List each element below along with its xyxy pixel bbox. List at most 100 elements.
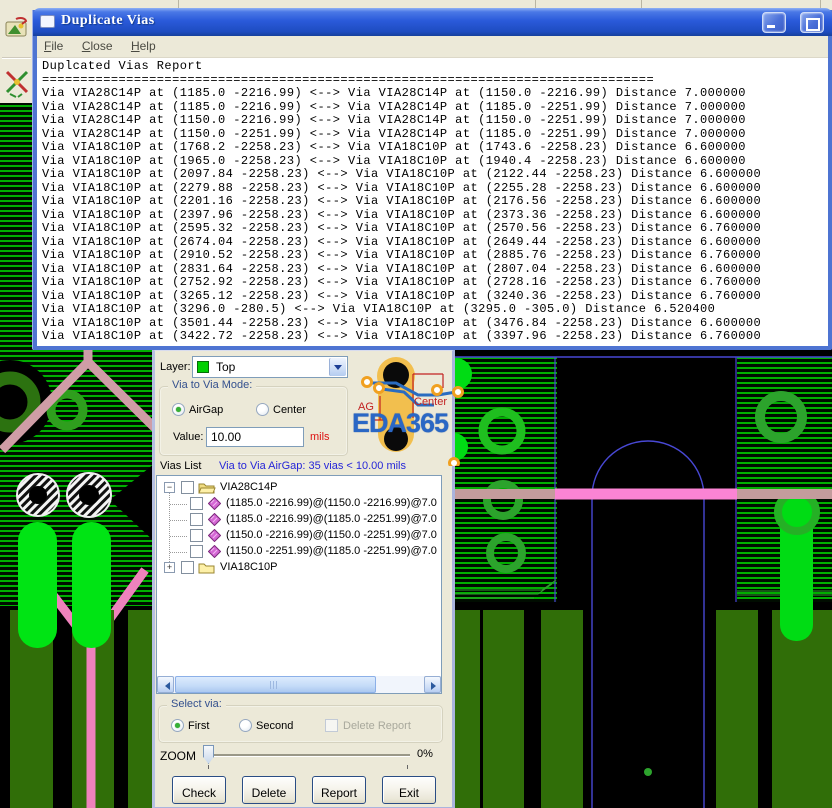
- tree-root-label[interactable]: VIA18C10P: [220, 561, 277, 573]
- report-line: Via VIA18C10P at (2831.64 -2258.23) <-->…: [42, 261, 762, 276]
- center-radio[interactable]: [256, 403, 269, 416]
- eda365-logo: EDA365: [352, 408, 449, 438]
- report-line: Via VIA18C10P at (3501.44 -2258.23) <-->…: [42, 315, 762, 330]
- tree-item-label[interactable]: (1150.0 -2251.99)@(1185.0 -2251.99)@7.0: [226, 545, 437, 557]
- report-line: Via VIA18C10P at (1965.0 -2258.23) <--> …: [42, 153, 746, 168]
- report-line: Via VIA18C10P at (2674.04 -2258.23) <-->…: [42, 234, 762, 249]
- report-separator: ========================================…: [42, 72, 655, 87]
- window-titlebar[interactable]: Duplicate Vias: [33, 8, 832, 36]
- via-diamond-icon: [208, 513, 221, 526]
- zoom-value: 0%: [417, 748, 433, 760]
- via-diamond-icon: [208, 497, 221, 510]
- tree-checkbox[interactable]: [190, 545, 203, 558]
- expand-icon[interactable]: +: [164, 562, 175, 573]
- maximize-button[interactable]: [800, 12, 824, 33]
- value-unit-label: mils: [310, 431, 330, 443]
- tree-root-via28c14p[interactable]: − VIA28C14P: [157, 480, 441, 496]
- tree-item[interactable]: (1185.0 -2216.99)@(1185.0 -2251.99)@7.0: [157, 512, 441, 528]
- window-title: Duplicate Vias: [61, 13, 155, 28]
- window-icon: [40, 15, 55, 28]
- layer-select[interactable]: Top: [192, 356, 348, 378]
- vias-tree[interactable]: − VIA28C14P (1185.0 -2216.99)@(1150.0 -2…: [156, 475, 442, 694]
- tree-connector: [170, 504, 187, 505]
- delete-report-checkbox[interactable]: [325, 719, 338, 732]
- menu-help[interactable]: Help: [124, 36, 163, 53]
- second-radio[interactable]: [239, 719, 252, 732]
- menu-close[interactable]: Close: [75, 36, 120, 53]
- slider-tick: [208, 765, 209, 769]
- report-line: Via VIA18C10P at (2752.92 -2258.23) <-->…: [42, 275, 762, 289]
- drawing-tool-icon[interactable]: [4, 15, 30, 41]
- report-line: Via VIA18C10P at (2279.88 -2258.23) <-->…: [42, 180, 762, 195]
- tree-checkbox[interactable]: [190, 529, 203, 542]
- report-line: Via VIA18C10P at (1768.2 -2258.23) <--> …: [42, 140, 746, 154]
- vias-list-label: Vias List: [160, 460, 202, 472]
- report-line: Via VIA18C10P at (3422.72 -2258.23) <-->…: [42, 329, 762, 342]
- scroll-right-icon[interactable]: [424, 676, 441, 693]
- window-menubar: File Close Help: [37, 36, 828, 58]
- via-mode-group: Via to Via Mode: AirGap Center Value: 10…: [159, 379, 348, 456]
- tree-item-label[interactable]: (1185.0 -2216.99)@(1150.0 -2216.99)@7.0: [226, 497, 437, 509]
- first-radio-label[interactable]: First: [188, 720, 209, 732]
- tree-checkbox[interactable]: [190, 497, 203, 510]
- report-line: Via VIA28C14P at (1150.0 -2216.99) <--> …: [42, 113, 746, 127]
- via-diamond-icon: [208, 545, 221, 558]
- report-button[interactable]: Report: [312, 776, 366, 804]
- tree-checkbox[interactable]: [181, 561, 194, 574]
- tree-item[interactable]: (1185.0 -2216.99)@(1150.0 -2216.99)@7.0: [157, 496, 441, 512]
- via-diamond-icon: [208, 529, 221, 542]
- duplicate-vias-window: Duplicate Vias File Close Help Duplcated…: [33, 8, 832, 350]
- report-line: Via VIA18C10P at (3296.0 -280.5) <--> Vi…: [42, 302, 716, 316]
- second-radio-label[interactable]: Second: [256, 720, 293, 732]
- delete-button[interactable]: Delete: [242, 776, 296, 804]
- tree-connector: [170, 536, 187, 537]
- airgap-radio-label[interactable]: AirGap: [189, 404, 223, 416]
- tree-item[interactable]: (1150.0 -2251.99)@(1185.0 -2251.99)@7.0: [157, 544, 441, 560]
- app-left-toolbar: [0, 10, 33, 103]
- tree-connector: [170, 520, 187, 521]
- value-input[interactable]: 10.00: [206, 427, 304, 447]
- report-text-area[interactable]: Duplcated Vias Report ==================…: [37, 58, 828, 342]
- tree-item-label[interactable]: (1150.0 -2216.99)@(1150.0 -2251.99)@7.0: [226, 529, 437, 541]
- tree-checkbox[interactable]: [181, 481, 194, 494]
- tools-cross-icon[interactable]: [2, 66, 32, 100]
- zoom-slider-track[interactable]: [205, 754, 410, 756]
- delete-report-label: Delete Report: [343, 720, 411, 732]
- tree-root-via18c10p[interactable]: + VIA18C10P: [157, 560, 441, 576]
- value-label: Value:: [173, 431, 204, 443]
- layer-label: Layer:: [160, 361, 191, 373]
- zoom-slider-thumb[interactable]: [203, 745, 214, 764]
- slider-tick: [407, 765, 408, 769]
- exit-button[interactable]: Exit: [382, 776, 436, 804]
- closed-folder-icon: [198, 563, 215, 574]
- chevron-down-icon[interactable]: [329, 358, 346, 376]
- scrollbar-thumb[interactable]: [175, 676, 376, 693]
- airgap-radio[interactable]: [172, 403, 185, 416]
- tree-item-label[interactable]: (1185.0 -2216.99)@(1185.0 -2251.99)@7.0: [226, 513, 437, 525]
- tree-root-label[interactable]: VIA28C14P: [220, 481, 277, 493]
- first-radio[interactable]: [171, 719, 184, 732]
- center-annotation: Center: [414, 396, 448, 408]
- select-via-group-title: Select via:: [167, 698, 226, 710]
- tree-item[interactable]: (1150.0 -2216.99)@(1150.0 -2251.99)@7.0: [157, 528, 441, 544]
- report-line: Via VIA18C10P at (3265.12 -2258.23) <-->…: [42, 288, 762, 303]
- report-line: Via VIA28C14P at (1150.0 -2251.99) <--> …: [42, 126, 746, 141]
- report-line: Via VIA18C10P at (2397.96 -2258.23) <-->…: [42, 207, 762, 222]
- tree-checkbox[interactable]: [190, 513, 203, 526]
- center-radio-label[interactable]: Center: [273, 404, 306, 416]
- report-line: Via VIA18C10P at (2201.16 -2258.23) <-->…: [42, 194, 762, 208]
- tree-horizontal-scrollbar[interactable]: [157, 676, 441, 693]
- minimize-button[interactable]: [762, 12, 786, 33]
- scroll-left-icon[interactable]: [157, 676, 174, 693]
- check-button[interactable]: Check: [172, 776, 226, 804]
- layer-color-swatch: [197, 361, 209, 373]
- menu-file[interactable]: File: [37, 36, 70, 53]
- screen: Duplicate Vias File Close Help Duplcated…: [0, 0, 832, 808]
- report-line: Via VIA28C14P at (1185.0 -2216.99) <--> …: [42, 86, 746, 100]
- report-line: Via VIA18C10P at (2910.52 -2258.23) <-->…: [42, 248, 762, 262]
- tree-connector: [170, 552, 187, 553]
- select-via-group: Select via: First Second Delete Report: [158, 698, 443, 743]
- collapse-icon[interactable]: −: [164, 482, 175, 493]
- zoom-label: ZOOM: [160, 749, 196, 763]
- open-folder-icon: [198, 483, 216, 494]
